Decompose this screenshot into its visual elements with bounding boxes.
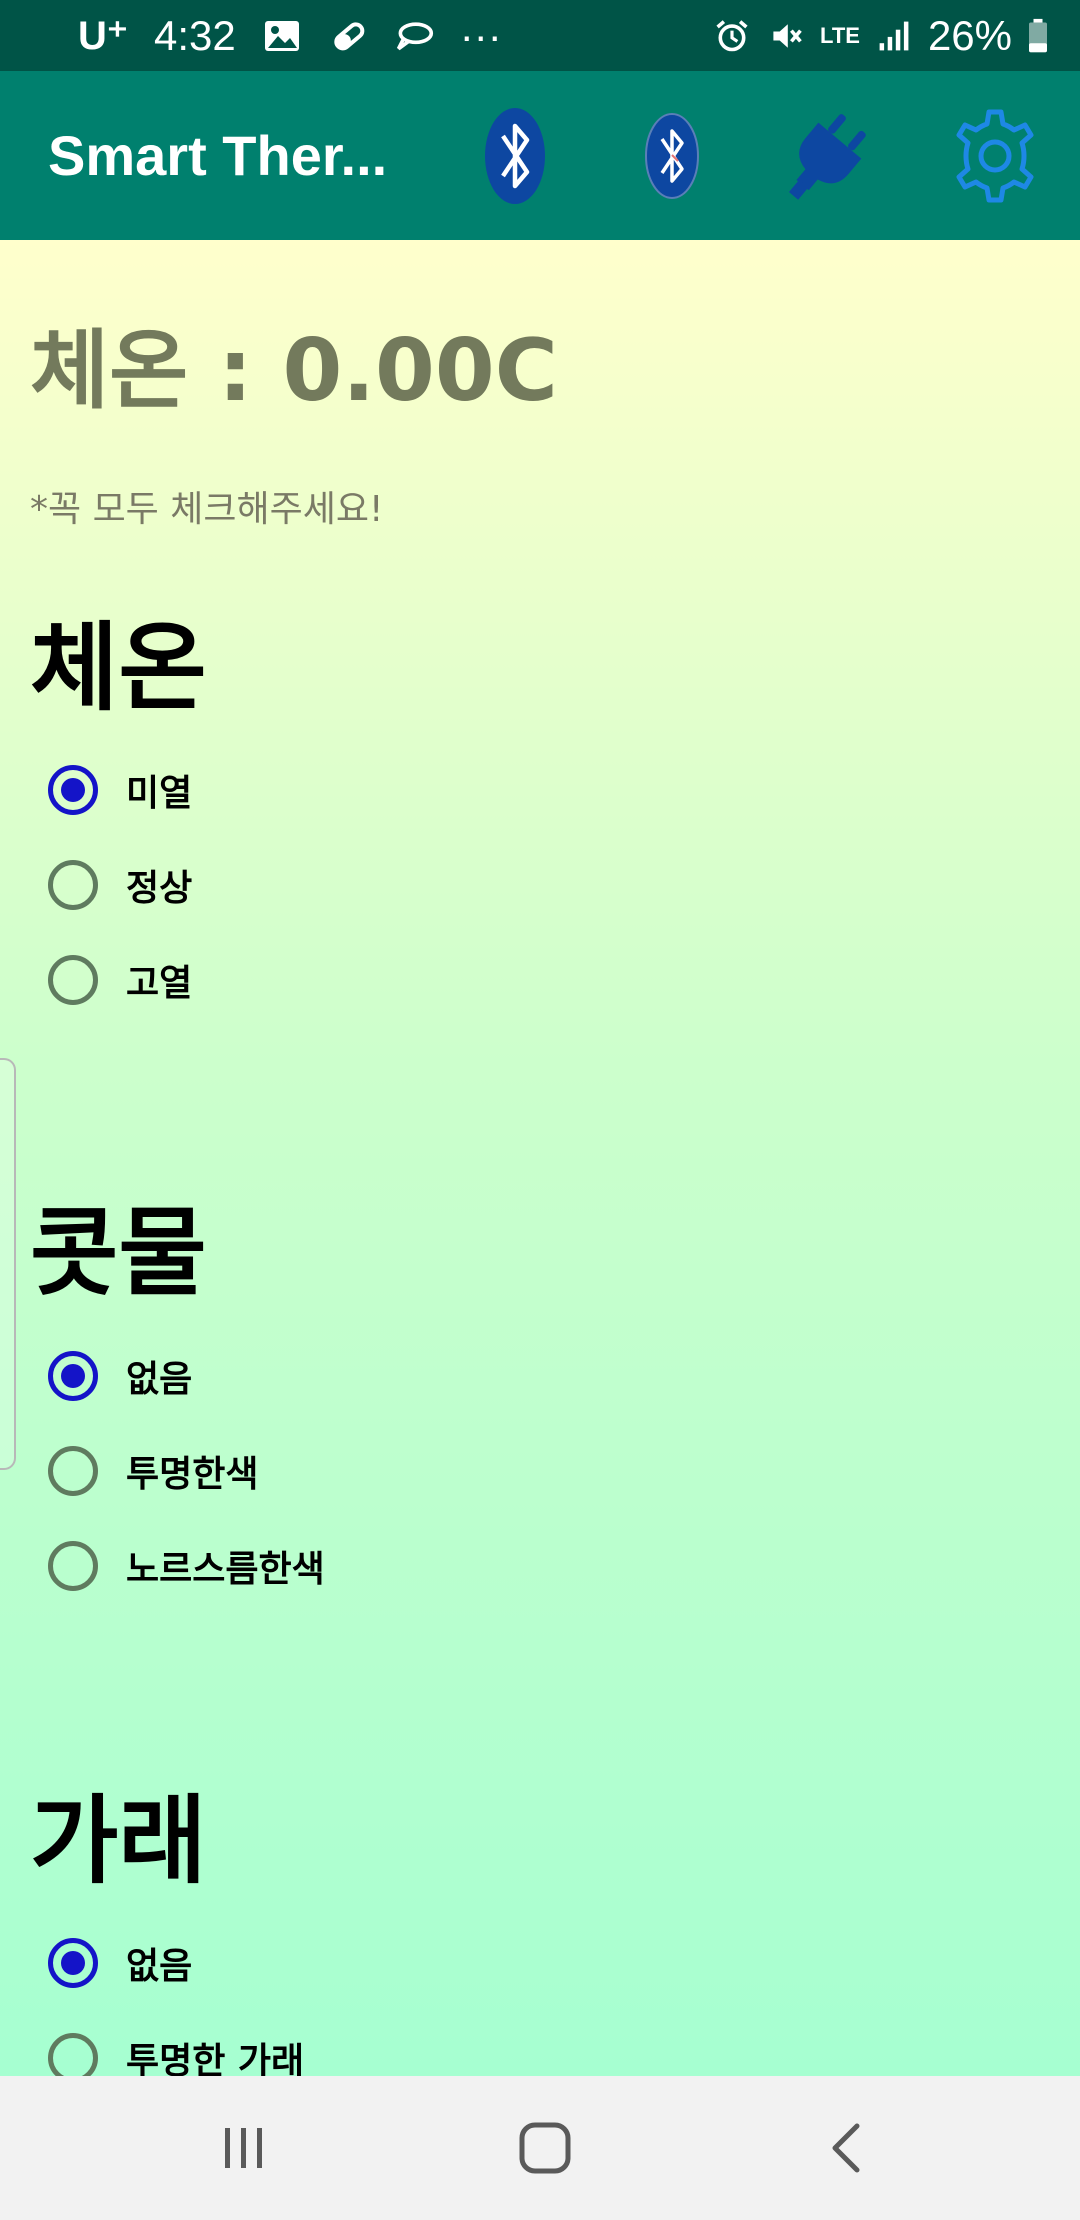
- radio-button[interactable]: [48, 1446, 98, 1496]
- radio-label: 미열: [126, 773, 193, 814]
- radio-button[interactable]: [48, 860, 98, 910]
- radio-option[interactable]: 없음: [48, 1344, 192, 1408]
- radio-button[interactable]: [48, 2033, 98, 2076]
- status-right: LTE 26%: [712, 8, 1050, 64]
- radio-label: 없음: [126, 1359, 193, 1400]
- radio-button-checked[interactable]: [48, 765, 98, 815]
- navigation-bar: [0, 2076, 1080, 2220]
- status-bar: U⁺ 4:32 ··· LTE 26%: [0, 0, 1080, 71]
- main-content[interactable]: 체온 : 0.00C *꼭 모두 체크해주세요! 체온 미열 정상 고열 콧물 …: [0, 240, 1080, 2076]
- bluetooth-connect-button[interactable]: [460, 101, 570, 211]
- radio-button-checked[interactable]: [48, 1938, 98, 1988]
- more-notifications-icon: ···: [459, 12, 502, 59]
- radio-label: 투명한색: [126, 1454, 259, 1495]
- mute-icon: [773, 24, 802, 48]
- app-title: Smart Ther...: [48, 124, 388, 187]
- alarm-icon: [716, 20, 748, 52]
- battery-icon: [1029, 18, 1047, 53]
- gear-icon: [956, 109, 1034, 203]
- notice-text: *꼭 모두 체크해주세요!: [30, 489, 384, 530]
- recent-apps-icon: [225, 2128, 262, 2168]
- app-bar: Smart Ther...: [0, 71, 1080, 240]
- radio-label: 노르스름한색: [126, 1549, 325, 1590]
- radio-option[interactable]: 미열: [48, 758, 192, 822]
- status-left: U⁺ 4:32 ···: [78, 8, 502, 64]
- radio-option[interactable]: 투명한 가래: [48, 2026, 304, 2076]
- bluetooth-disconnected-icon: [645, 113, 699, 199]
- section-title-runny-nose: 콧물: [30, 1197, 207, 1309]
- home-icon: [519, 2122, 571, 2174]
- bluetooth-disconnect-button[interactable]: [617, 101, 727, 211]
- radio-label: 정상: [126, 868, 193, 909]
- signal-icon: [879, 21, 909, 51]
- edge-panel-handle[interactable]: [0, 1058, 16, 1470]
- radio-button[interactable]: [48, 955, 98, 1005]
- temperature-display: 체온 : 0.00C: [30, 321, 558, 421]
- gallery-icon: [264, 21, 299, 51]
- radio-option[interactable]: 투명한색: [48, 1439, 258, 1503]
- back-button[interactable]: [797, 2098, 897, 2198]
- carrier-label: U⁺: [78, 14, 128, 58]
- power-plug-icon: [788, 114, 866, 200]
- radio-option[interactable]: 노르스름한색: [48, 1534, 325, 1598]
- recent-apps-button[interactable]: [193, 2098, 293, 2198]
- bluetooth-icon: [485, 108, 545, 204]
- section-title-temperature: 체온: [30, 612, 207, 724]
- radio-option[interactable]: 정상: [48, 853, 192, 917]
- settings-button[interactable]: [940, 101, 1050, 211]
- section-title-phlegm: 가래: [30, 1785, 207, 1897]
- radio-label: 투명한 가래: [126, 2041, 305, 2076]
- chat-bubble-icon: [396, 22, 433, 51]
- radio-button[interactable]: [48, 1541, 98, 1591]
- radio-option[interactable]: 고열: [48, 948, 192, 1012]
- battery-percent: 26%: [927, 12, 1012, 59]
- power-plug-button[interactable]: [772, 101, 882, 211]
- pill-icon: [334, 22, 365, 51]
- back-icon: [832, 2123, 860, 2173]
- clock: 4:32: [154, 12, 236, 59]
- home-button[interactable]: [495, 2098, 595, 2198]
- radio-label: 고열: [126, 963, 193, 1004]
- network-type: LTE: [820, 23, 860, 48]
- radio-option[interactable]: 없음: [48, 1931, 192, 1995]
- radio-button-checked[interactable]: [48, 1351, 98, 1401]
- radio-label: 없음: [126, 1946, 193, 1987]
